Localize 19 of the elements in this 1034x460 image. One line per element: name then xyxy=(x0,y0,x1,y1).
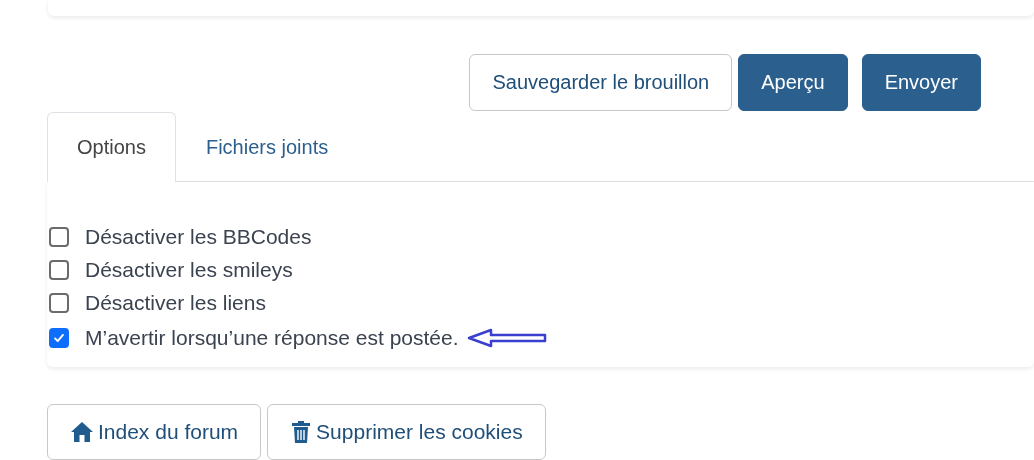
primary-button[interactable]: Envoyer xyxy=(861,54,981,111)
option-label: Désactiver les BBCodes xyxy=(85,224,312,249)
primary-button[interactable]: Aperçu xyxy=(738,54,848,111)
secondary-button[interactable]: Sauvegarder le brouillon xyxy=(469,54,733,111)
tab[interactable]: Fichiers joints xyxy=(175,112,359,182)
home-icon xyxy=(70,421,94,443)
option-label: Désactiver les liens xyxy=(85,290,266,315)
option-label: M’avertir lorsqu’une réponse est postée. xyxy=(85,326,459,350)
checkmark-icon xyxy=(52,331,66,345)
footer-button[interactable]: Index du forum xyxy=(47,404,262,460)
checkbox[interactable] xyxy=(49,259,69,280)
footer-button[interactable]: Supprimer les cookies xyxy=(267,404,546,460)
option-label: Désactiver les smileys xyxy=(85,257,293,282)
checkbox[interactable] xyxy=(49,226,69,247)
trash-icon xyxy=(290,420,313,444)
arrow-icon xyxy=(466,328,547,348)
checkbox[interactable] xyxy=(49,328,69,348)
tab[interactable]: Options xyxy=(47,112,176,182)
checkbox[interactable] xyxy=(49,292,69,313)
